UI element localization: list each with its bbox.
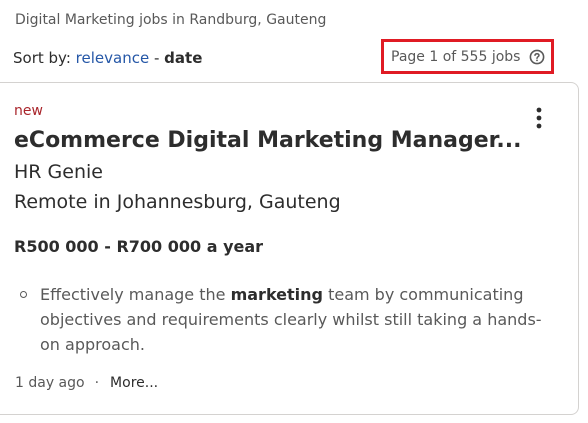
sort-label: Sort by:: [13, 49, 71, 67]
job-snippet: Effectively manage the marketing team by…: [20, 282, 550, 357]
snippet-text-before: Effectively manage the: [40, 285, 231, 304]
snippet-highlight: marketing: [230, 285, 323, 304]
job-results-page: Digital Marketing jobs in Randburg, Gaut…: [0, 0, 588, 423]
job-title-link[interactable]: eCommerce Digital Marketing Manager...: [14, 128, 521, 153]
job-footer: 1 day ago · More...: [15, 375, 158, 391]
job-card[interactable]: new eCommerce Digital Marketing Manager.…: [0, 82, 579, 415]
footer-separator: ·: [94, 375, 100, 391]
help-circle-icon[interactable]: [529, 49, 545, 65]
new-badge: new: [14, 103, 43, 119]
sort-date-active: date: [164, 49, 203, 67]
more-link[interactable]: More...: [110, 375, 158, 391]
search-heading: Digital Marketing jobs in Randburg, Gaut…: [15, 12, 327, 28]
company-name: HR Genie: [14, 161, 103, 183]
posted-date: 1 day ago: [15, 375, 85, 391]
job-location: Remote in Johannesburg, Gauteng: [14, 191, 341, 213]
bullet-icon: [20, 291, 27, 298]
snippet-item: Effectively manage the marketing team by…: [20, 282, 550, 357]
page-count-text: Page 1 of 555 jobs: [391, 48, 521, 65]
sort-relevance-link[interactable]: relevance: [76, 49, 150, 67]
more-vertical-icon[interactable]: [529, 105, 549, 133]
salary: R500 000 - R700 000 a year: [14, 237, 264, 256]
sort-separator: -: [153, 49, 160, 67]
page-count-highlight: Page 1 of 555 jobs: [381, 39, 554, 74]
sort-options: Sort by: relevance - date: [13, 49, 202, 67]
